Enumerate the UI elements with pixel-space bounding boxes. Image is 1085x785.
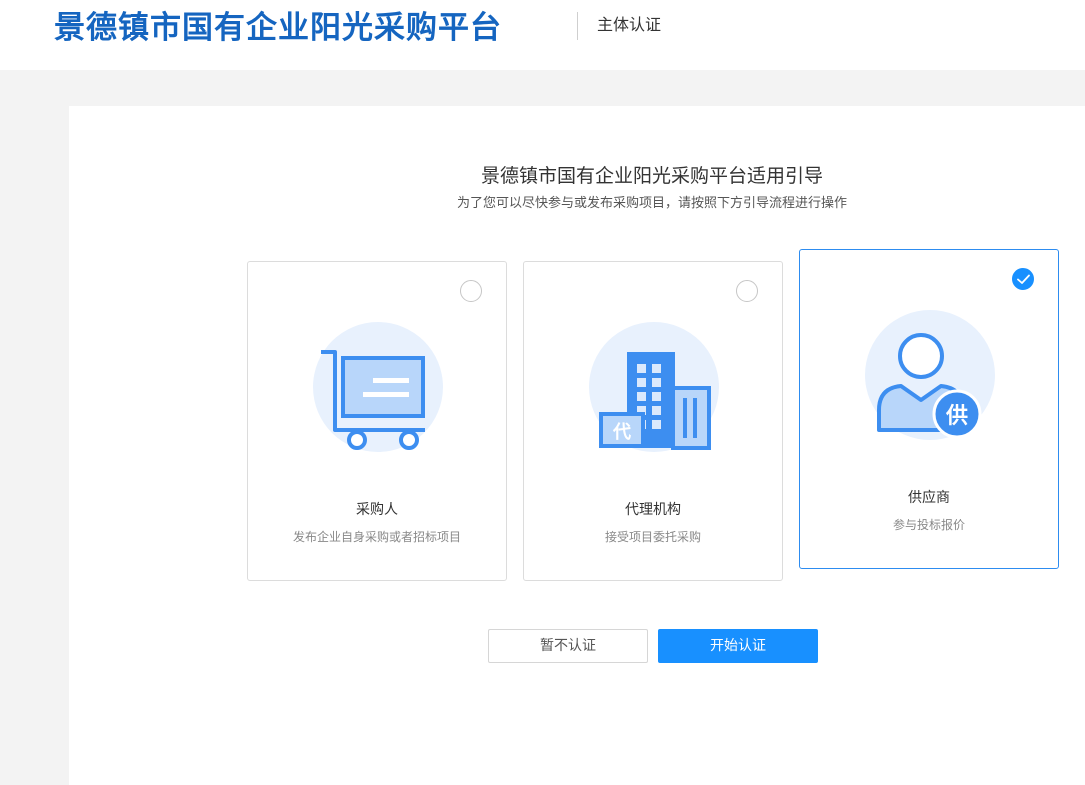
page-subtitle: 主体认证: [597, 15, 662, 34]
role-desc-agency: 接受项目委托采购: [604, 530, 701, 544]
top-header: 景德镇市国有企业阳光采购平台 主体认证: [0, 0, 1085, 70]
role-card-purchaser[interactable]: 采购人 发布企业自身采购或者招标项目: [247, 261, 507, 581]
site-title: 景德镇市国有企业阳光采购平台: [54, 10, 502, 46]
role-label-agency: 代理机构: [625, 502, 681, 518]
radio-purchaser[interactable]: [460, 280, 482, 302]
radio-agency[interactable]: [736, 280, 758, 302]
role-label-supplier: 供应商: [908, 490, 950, 506]
svg-text:代: 代: [612, 422, 631, 443]
main-panel: 景德镇市国有企业阳光采购平台适用引导 为了您可以尽快参与或发布采购项目，请按照下…: [69, 106, 1085, 785]
check-icon: [1017, 274, 1030, 284]
role-card-supplier[interactable]: 供 供应商 参与投标报价: [799, 249, 1059, 569]
guide-subtitle: 为了您可以尽快参与或发布采购项目，请按照下方引导流程进行操作: [456, 196, 847, 211]
svg-text:供: 供: [945, 403, 968, 429]
user-supplier-icon: 供: [865, 310, 995, 440]
building-agency-icon: 代: [589, 322, 719, 452]
role-desc-supplier: 参与投标报价: [892, 518, 965, 532]
skip-auth-button[interactable]: 暂不认证: [488, 629, 648, 663]
shopping-cart-icon: [313, 322, 443, 452]
role-desc-purchaser: 发布企业自身采购或者招标项目: [292, 530, 461, 544]
guide-title: 景德镇市国有企业阳光采购平台适用引导: [480, 165, 823, 187]
role-card-agency[interactable]: 代 代理机构 接受项目委托采购: [523, 261, 783, 581]
role-label-purchaser: 采购人: [356, 502, 398, 518]
start-auth-button[interactable]: 开始认证: [658, 629, 818, 663]
header-divider: [577, 12, 578, 40]
radio-supplier-checked[interactable]: [1012, 268, 1034, 290]
